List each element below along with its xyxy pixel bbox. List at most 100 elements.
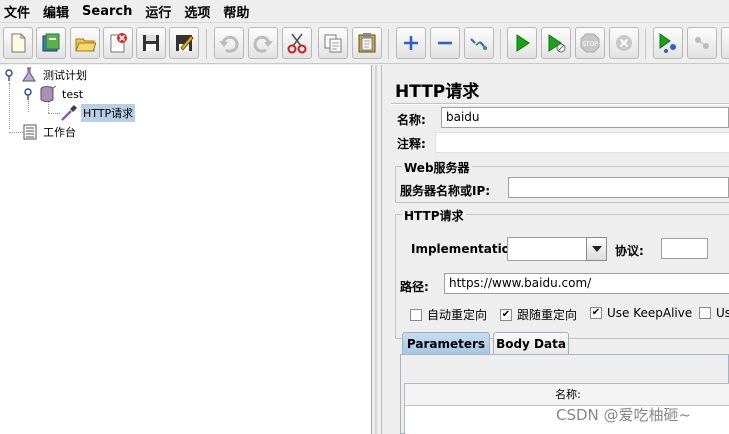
collapse-all-button[interactable]	[430, 27, 460, 59]
tree-label-workbench: 工作台	[43, 126, 76, 139]
remote-button[interactable]	[687, 27, 717, 59]
name-field[interactable]: baidu	[441, 107, 729, 128]
chevron-down-icon	[591, 246, 602, 252]
comment-label: 注释:	[397, 137, 426, 151]
checkbox-label: Use KeepAlive	[607, 306, 693, 320]
expand-icon	[404, 36, 418, 50]
open-icon	[75, 38, 96, 52]
close-icon	[110, 33, 127, 53]
expand-all-button[interactable]	[396, 27, 426, 59]
toolbar: STOP	[0, 22, 729, 64]
checkbox-box[interactable]	[410, 308, 422, 321]
toolbar-separator	[206, 29, 207, 59]
paste-icon	[358, 33, 376, 53]
start-no-pause-icon	[548, 34, 566, 53]
cut-button[interactable]	[282, 27, 312, 59]
start-icon	[516, 34, 530, 52]
jmeter-window: 文件 编辑 Search 运行 选项 帮助 STOP 测试计划 test HTT…	[0, 0, 729, 434]
http-request-panel: HTTP请求 名称: baidu 注释: Web服务器 服务器名称或IP: HT…	[383, 65, 729, 434]
test-plan-tree[interactable]: 测试计划 test HTTP请求 工作台	[0, 65, 372, 434]
thread-group-icon	[40, 85, 57, 103]
workbench-icon	[23, 124, 37, 140]
split-pane-divider[interactable]	[372, 65, 382, 434]
panel-title: HTTP请求	[395, 82, 480, 102]
templates-button[interactable]	[36, 27, 66, 59]
protocol-label: 协议:	[615, 244, 644, 258]
save-as-button[interactable]	[169, 27, 199, 59]
tree-connector	[48, 113, 60, 114]
comment-field[interactable]	[435, 132, 729, 153]
more-button[interactable]	[721, 27, 729, 59]
new-button[interactable]	[3, 27, 33, 59]
start-button[interactable]	[507, 27, 537, 59]
web-server-title: Web服务器	[402, 159, 472, 176]
redo-icon	[253, 35, 273, 53]
save-as-icon	[176, 35, 194, 51]
save-icon	[143, 35, 159, 51]
menu-edit[interactable]: 编辑	[43, 2, 69, 21]
http-request-title: HTTP请求	[402, 207, 466, 224]
tree-node-workbench[interactable]: 工作台	[22, 123, 78, 141]
checkbox-label: 自动重定向	[427, 308, 488, 322]
auto-redirect-checkbox[interactable]: 自动重定向	[410, 306, 487, 323]
open-button[interactable]	[70, 27, 100, 59]
server-label: 服务器名称或IP:	[400, 184, 491, 198]
undo-button[interactable]	[214, 27, 244, 59]
tree-connector	[9, 83, 10, 129]
remote-start-all-button[interactable]	[653, 27, 683, 59]
menu-file[interactable]: 文件	[4, 2, 30, 21]
watermark: CSDN @爱吃柚砸~	[556, 406, 692, 424]
new-icon	[11, 33, 26, 53]
toggle-button[interactable]	[464, 27, 494, 59]
tree-node-thread-group[interactable]: test	[22, 85, 85, 103]
toolbar-separator	[388, 29, 389, 59]
collapse-handle-icon[interactable]	[22, 88, 34, 100]
follow-redirect-checkbox[interactable]: ✔ 跟随重定向	[500, 306, 577, 323]
menu-help[interactable]: 帮助	[223, 2, 249, 21]
copy-icon	[324, 34, 342, 53]
save-button[interactable]	[136, 27, 166, 59]
table-header-name: 名称:	[405, 384, 729, 406]
remote-start-icon	[659, 33, 676, 53]
tree-node-http-request[interactable]: HTTP请求	[60, 104, 136, 122]
tab-body-data[interactable]: Body Data	[493, 332, 569, 354]
paste-button[interactable]	[352, 27, 382, 59]
path-field[interactable]: https://www.baidu.com/	[444, 273, 729, 294]
remote-icon	[695, 37, 709, 49]
implementation-dropdown-button[interactable]	[586, 237, 607, 261]
tree-connector	[9, 132, 23, 133]
shutdown-button[interactable]	[609, 27, 639, 59]
tab-parameters[interactable]: Parameters	[402, 332, 490, 354]
start-no-pauses-button[interactable]	[541, 27, 571, 59]
close-button[interactable]	[103, 27, 133, 59]
checkbox-box[interactable]: ✔	[590, 307, 602, 319]
protocol-field[interactable]	[661, 238, 708, 259]
checkbox-box[interactable]	[699, 307, 711, 319]
collapse-icon	[438, 41, 452, 45]
menu-bar: 文件 编辑 Search 运行 选项 帮助	[0, 0, 729, 22]
toggle-icon	[470, 38, 487, 50]
keepalive-checkbox[interactable]: ✔ Use KeepAlive	[590, 306, 692, 320]
toolbar-separator	[645, 29, 646, 59]
toolbar-separator	[500, 29, 501, 59]
svg-text:STOP: STOP	[582, 41, 598, 48]
server-field[interactable]	[508, 177, 729, 198]
tree-label-thread-group: test	[62, 87, 84, 101]
menu-options[interactable]: 选项	[184, 2, 210, 21]
more-icon	[725, 32, 729, 54]
title-divider	[391, 103, 729, 105]
menu-run[interactable]: 运行	[145, 2, 171, 21]
checkbox-label: Us	[716, 306, 729, 320]
redo-button[interactable]	[248, 27, 278, 59]
menu-search[interactable]: Search	[82, 4, 132, 19]
collapse-handle-icon[interactable]	[3, 69, 15, 81]
stop-button[interactable]: STOP	[575, 27, 605, 59]
splitter-grip	[375, 65, 377, 434]
copy-button[interactable]	[318, 27, 348, 59]
flask-icon	[22, 67, 36, 82]
checkbox-box[interactable]: ✔	[500, 308, 512, 321]
templates-icon	[42, 33, 60, 52]
implementation-select[interactable]	[507, 237, 588, 261]
multipart-checkbox[interactable]: Us	[699, 306, 729, 320]
tree-node-test-plan[interactable]: 测试计划	[3, 66, 89, 84]
